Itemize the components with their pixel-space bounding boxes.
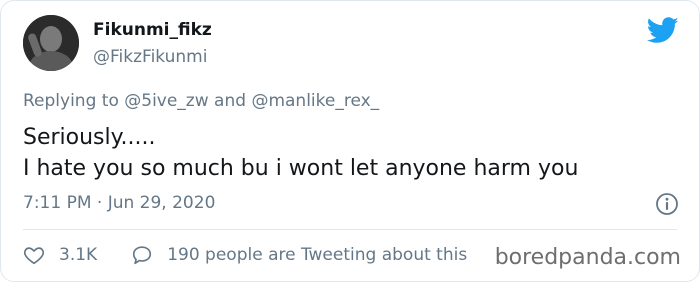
tweet-timestamp[interactable]: 7:11 PM · Jun 29, 2020 bbox=[23, 193, 215, 213]
replying-to-joiner: and bbox=[208, 91, 252, 111]
watermark: boredpanda.com bbox=[492, 245, 683, 270]
speech-bubble-icon[interactable] bbox=[131, 244, 153, 266]
tweet-line: Seriously..... bbox=[23, 125, 156, 150]
twitter-bird-icon[interactable] bbox=[646, 17, 679, 44]
tweet-text: Seriously..... I hate you so much bu i w… bbox=[23, 122, 578, 184]
tweet-card: Fikunmi_fikz @FikzFikunmi Replying to @5… bbox=[0, 0, 700, 282]
divider bbox=[23, 229, 677, 230]
replying-to: Replying to @5ive_zw and @manlike_rex_ bbox=[23, 91, 379, 111]
action-bar: 3.1K 190 people are Tweeting about this bbox=[23, 244, 467, 266]
user-handle[interactable]: @FikzFikunmi bbox=[93, 47, 207, 67]
display-name[interactable]: Fikunmi_fikz bbox=[93, 20, 212, 40]
tweet-line: I hate you so much bu i wont let anyone … bbox=[23, 156, 579, 181]
heart-icon[interactable] bbox=[23, 244, 45, 266]
replying-to-prefix: Replying to bbox=[23, 91, 125, 111]
mention-link[interactable]: @5ive_zw bbox=[124, 91, 208, 111]
info-icon[interactable] bbox=[655, 192, 679, 216]
avatar[interactable] bbox=[23, 15, 79, 71]
mention-link[interactable]: @manlike_rex_ bbox=[251, 91, 379, 111]
like-count[interactable]: 3.1K bbox=[59, 245, 97, 265]
tweeting-about-link[interactable]: 190 people are Tweeting about this bbox=[167, 245, 467, 265]
